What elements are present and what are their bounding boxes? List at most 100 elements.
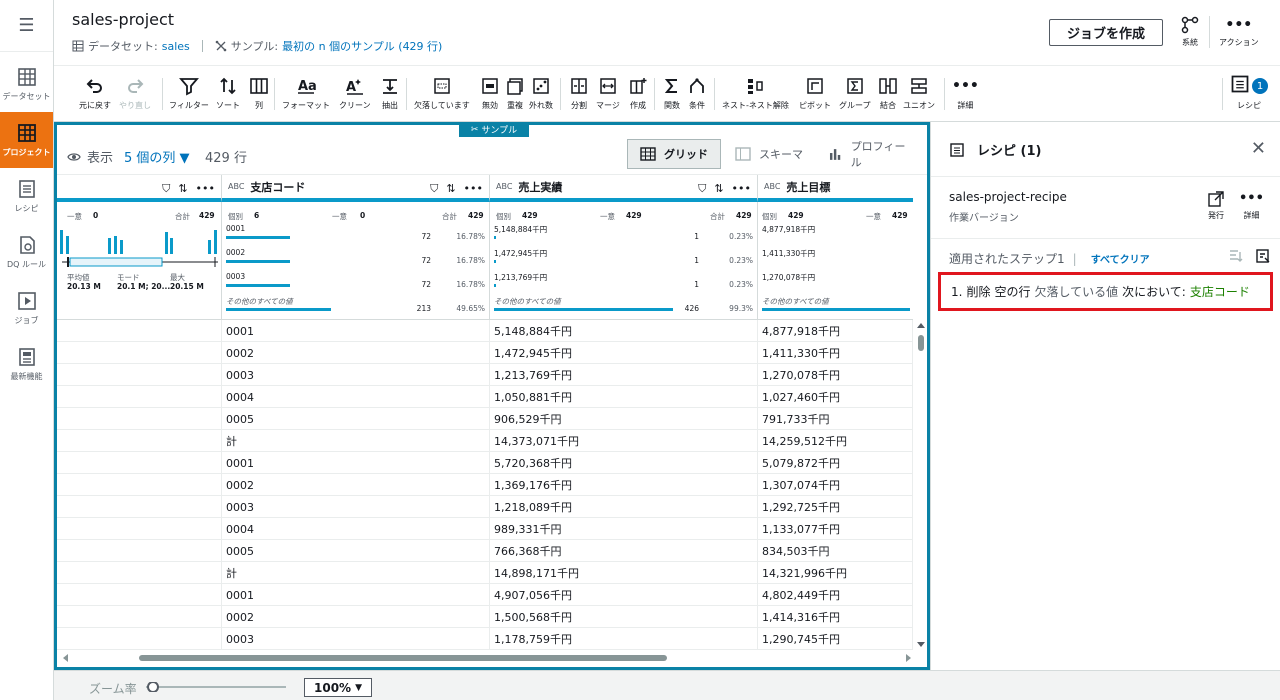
table-cell[interactable]: 1,411,330千円 [758, 342, 913, 364]
table-cell[interactable]: 1,500,568千円 [490, 606, 758, 628]
table-cell[interactable]: 5,148,884千円 [490, 320, 758, 342]
table-row[interactable]: 0001 5,148,884千円 4,877,918千円 [57, 320, 913, 342]
table-cell[interactable]: 989,331千円 [490, 518, 758, 540]
table-cell[interactable]: 1,290,745千円 [758, 628, 913, 650]
nav-jobs[interactable]: ジョブ [0, 280, 53, 336]
table-cell[interactable]: 1,133,077千円 [758, 518, 913, 540]
table-cell[interactable]: 0002 [222, 474, 490, 496]
outliers-button[interactable]: 外れ数 [529, 76, 553, 111]
filter-button[interactable]: フィルター [169, 76, 209, 111]
table-row[interactable]: 0004 989,331千円 1,133,077千円 [57, 518, 913, 540]
union-button[interactable]: ユニオン [903, 76, 935, 111]
table-cell[interactable]: 0001 [222, 452, 490, 474]
table-row[interactable]: 0002 1,472,945千円 1,411,330千円 [57, 342, 913, 364]
table-row[interactable]: 0003 1,218,089千円 1,292,725千円 [57, 496, 913, 518]
table-row[interactable]: 計 14,373,071千円 14,259,512千円 [57, 430, 913, 452]
more-icon[interactable]: ••• [732, 182, 751, 196]
horizontal-scrollbar[interactable] [61, 653, 913, 663]
zoom-select[interactable]: 100% ▼ [304, 678, 372, 697]
table-cell[interactable]: 1,218,089千円 [490, 496, 758, 518]
table-cell[interactable] [57, 606, 222, 628]
sort-icon[interactable]: ⇅ [446, 182, 455, 196]
table-cell[interactable]: 4,802,449千円 [758, 584, 913, 606]
table-cell[interactable]: 0003 [222, 628, 490, 650]
table-row[interactable]: 0002 1,500,568千円 1,414,316千円 [57, 606, 913, 628]
table-cell[interactable] [57, 386, 222, 408]
table-row[interactable]: 0001 4,907,056千円 4,802,449千円 [57, 584, 913, 606]
column-button[interactable]: 列 [249, 76, 269, 111]
nest-button[interactable]: ネスト-ネスト解除 [722, 76, 789, 111]
tab-profile[interactable]: プロフィール [817, 139, 927, 169]
clear-all-link[interactable]: すべてクリア [1091, 251, 1150, 266]
table-cell[interactable]: 791,733千円 [758, 408, 913, 430]
zoom-slider[interactable] [146, 682, 286, 692]
table-cell[interactable]: 14,259,512千円 [758, 430, 913, 452]
more-icon[interactable]: ••• [464, 182, 483, 196]
nav-dq-rules[interactable]: DQ ルール [0, 224, 53, 280]
table-cell[interactable]: 1,213,769千円 [490, 364, 758, 386]
filter-icon[interactable]: ⛉ [430, 182, 438, 196]
table-cell[interactable]: 0005 [222, 540, 490, 562]
table-cell[interactable]: 1,369,176千円 [490, 474, 758, 496]
tab-grid[interactable]: グリッド [627, 139, 721, 169]
recipe-step-1[interactable]: 1. 削除 空の行 欠落している値 次において: 支店コード [938, 272, 1273, 311]
table-row[interactable]: 0003 1,178,759千円 1,290,745千円 [57, 628, 913, 650]
table-cell[interactable]: 1,178,759千円 [490, 628, 758, 650]
table-cell[interactable]: 0004 [222, 386, 490, 408]
table-cell[interactable]: 834,503千円 [758, 540, 913, 562]
clean-button[interactable]: A クリーン [339, 76, 371, 111]
table-cell[interactable] [57, 320, 222, 342]
preview-changes-icon[interactable] [1228, 248, 1244, 264]
table-cell[interactable]: 1,270,078千円 [758, 364, 913, 386]
table-cell[interactable] [57, 628, 222, 650]
create-job-button[interactable]: ジョブを作成 [1049, 19, 1163, 46]
table-cell[interactable] [57, 364, 222, 386]
table-cell[interactable] [57, 584, 222, 606]
table-cell[interactable]: 14,373,071千円 [490, 430, 758, 452]
column-header-branch-code[interactable]: ABC 支店コード ⛉ ⇅ ••• [222, 175, 490, 202]
table-cell[interactable]: 0003 [222, 496, 490, 518]
filter-icon[interactable]: ⛉ [162, 182, 170, 196]
sample-link[interactable]: 最初の n 個のサンプル (429 行) [282, 38, 442, 54]
table-cell[interactable]: 906,529千円 [490, 408, 758, 430]
table-row[interactable]: 0003 1,213,769千円 1,270,078千円 [57, 364, 913, 386]
redo-button[interactable]: やり直し [119, 76, 151, 111]
pivot-button[interactable]: ピボット [799, 76, 831, 111]
table-row[interactable]: 0005 906,529千円 791,733千円 [57, 408, 913, 430]
table-cell[interactable]: 0005 [222, 408, 490, 430]
column-header-sales-actual[interactable]: ABC 売上実績 ⛉ ⇅ ••• [490, 175, 758, 202]
recipe-toggle-button[interactable]: 1 レシピ [1230, 75, 1268, 111]
vertical-scrollbar[interactable] [915, 320, 927, 650]
table-cell[interactable]: 0003 [222, 364, 490, 386]
table-row[interactable]: 0004 1,050,881千円 1,027,460千円 [57, 386, 913, 408]
table-cell[interactable]: 0001 [222, 584, 490, 606]
extract-button[interactable]: 抽出 [380, 76, 400, 111]
view-toggle[interactable]: 表示 [67, 147, 113, 166]
table-cell[interactable]: 0002 [222, 342, 490, 364]
columns-dropdown[interactable]: 5 個の列 ▼ [124, 147, 190, 166]
table-cell[interactable]: 4,907,056千円 [490, 584, 758, 606]
table-cell[interactable] [57, 474, 222, 496]
table-row[interactable]: 0005 766,368千円 834,503千円 [57, 540, 913, 562]
nav-whats-new[interactable]: 最新機能 [0, 336, 53, 392]
dataset-link[interactable]: sales [162, 40, 190, 53]
table-cell[interactable]: 1,292,725千円 [758, 496, 913, 518]
table-cell[interactable] [57, 518, 222, 540]
close-icon[interactable]: ✕ [1251, 138, 1266, 159]
merge-button[interactable]: マージ [596, 76, 620, 111]
details-button[interactable]: ••• 詳細 [952, 76, 979, 111]
table-cell[interactable]: 0001 [222, 320, 490, 342]
actions-button[interactable]: ••• アクション [1219, 16, 1259, 48]
sort-button[interactable]: ソート [216, 76, 240, 111]
import-recipe-icon[interactable] [1255, 248, 1271, 264]
table-row[interactable]: 計 14,898,171千円 14,321,996千円 [57, 562, 913, 584]
nav-datasets[interactable]: データセット [0, 56, 53, 112]
missing-button[interactable]: 欠落しています [414, 76, 470, 111]
condition-button[interactable]: 条件 [687, 76, 707, 111]
undo-button[interactable]: 元に戻す [79, 76, 111, 111]
table-row[interactable]: 0001 5,720,368千円 5,079,872千円 [57, 452, 913, 474]
duplicate-button[interactable]: 重複 [505, 76, 525, 111]
table-cell[interactable]: 766,368千円 [490, 540, 758, 562]
nav-projects[interactable]: プロジェクト [0, 112, 53, 168]
table-cell[interactable] [57, 452, 222, 474]
